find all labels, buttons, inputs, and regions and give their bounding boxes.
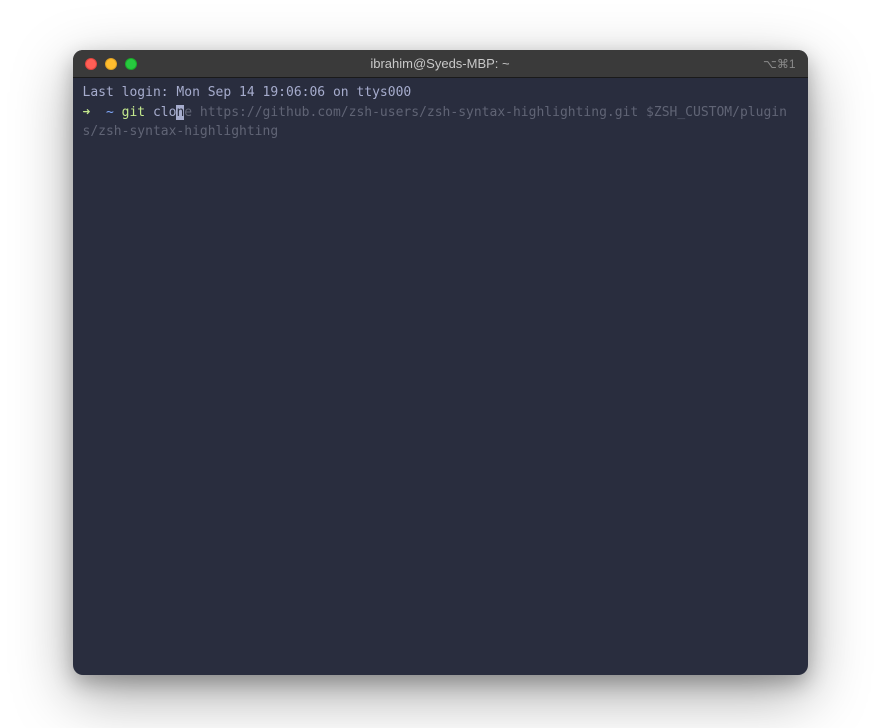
git-command: git — [122, 105, 145, 120]
title-bar[interactable]: ibrahim@Syeds-MBP: ~ ⌥⌘1 — [73, 50, 808, 78]
prompt-arrow-icon: ➜ — [83, 105, 99, 120]
prompt-line[interactable]: ➜ ~ git clone https://github.com/zsh-use… — [83, 103, 798, 142]
close-icon[interactable] — [85, 58, 97, 70]
tab-indicator: ⌥⌘1 — [763, 57, 796, 71]
prompt-cwd: ~ — [98, 105, 121, 120]
maximize-icon[interactable] — [125, 58, 137, 70]
minimize-icon[interactable] — [105, 58, 117, 70]
last-login-text: Last login: Mon Sep 14 19:06:06 on ttys0… — [83, 83, 798, 103]
terminal-window: ibrahim@Syeds-MBP: ~ ⌥⌘1 Last login: Mon… — [73, 50, 808, 675]
typed-text: clo — [145, 105, 176, 120]
window-title: ibrahim@Syeds-MBP: ~ — [370, 56, 509, 71]
terminal-body[interactable]: Last login: Mon Sep 14 19:06:06 on ttys0… — [73, 78, 808, 675]
autosuggest-text: e https://github.com/zsh-users/zsh-synta… — [83, 105, 787, 140]
traffic-lights — [85, 58, 137, 70]
